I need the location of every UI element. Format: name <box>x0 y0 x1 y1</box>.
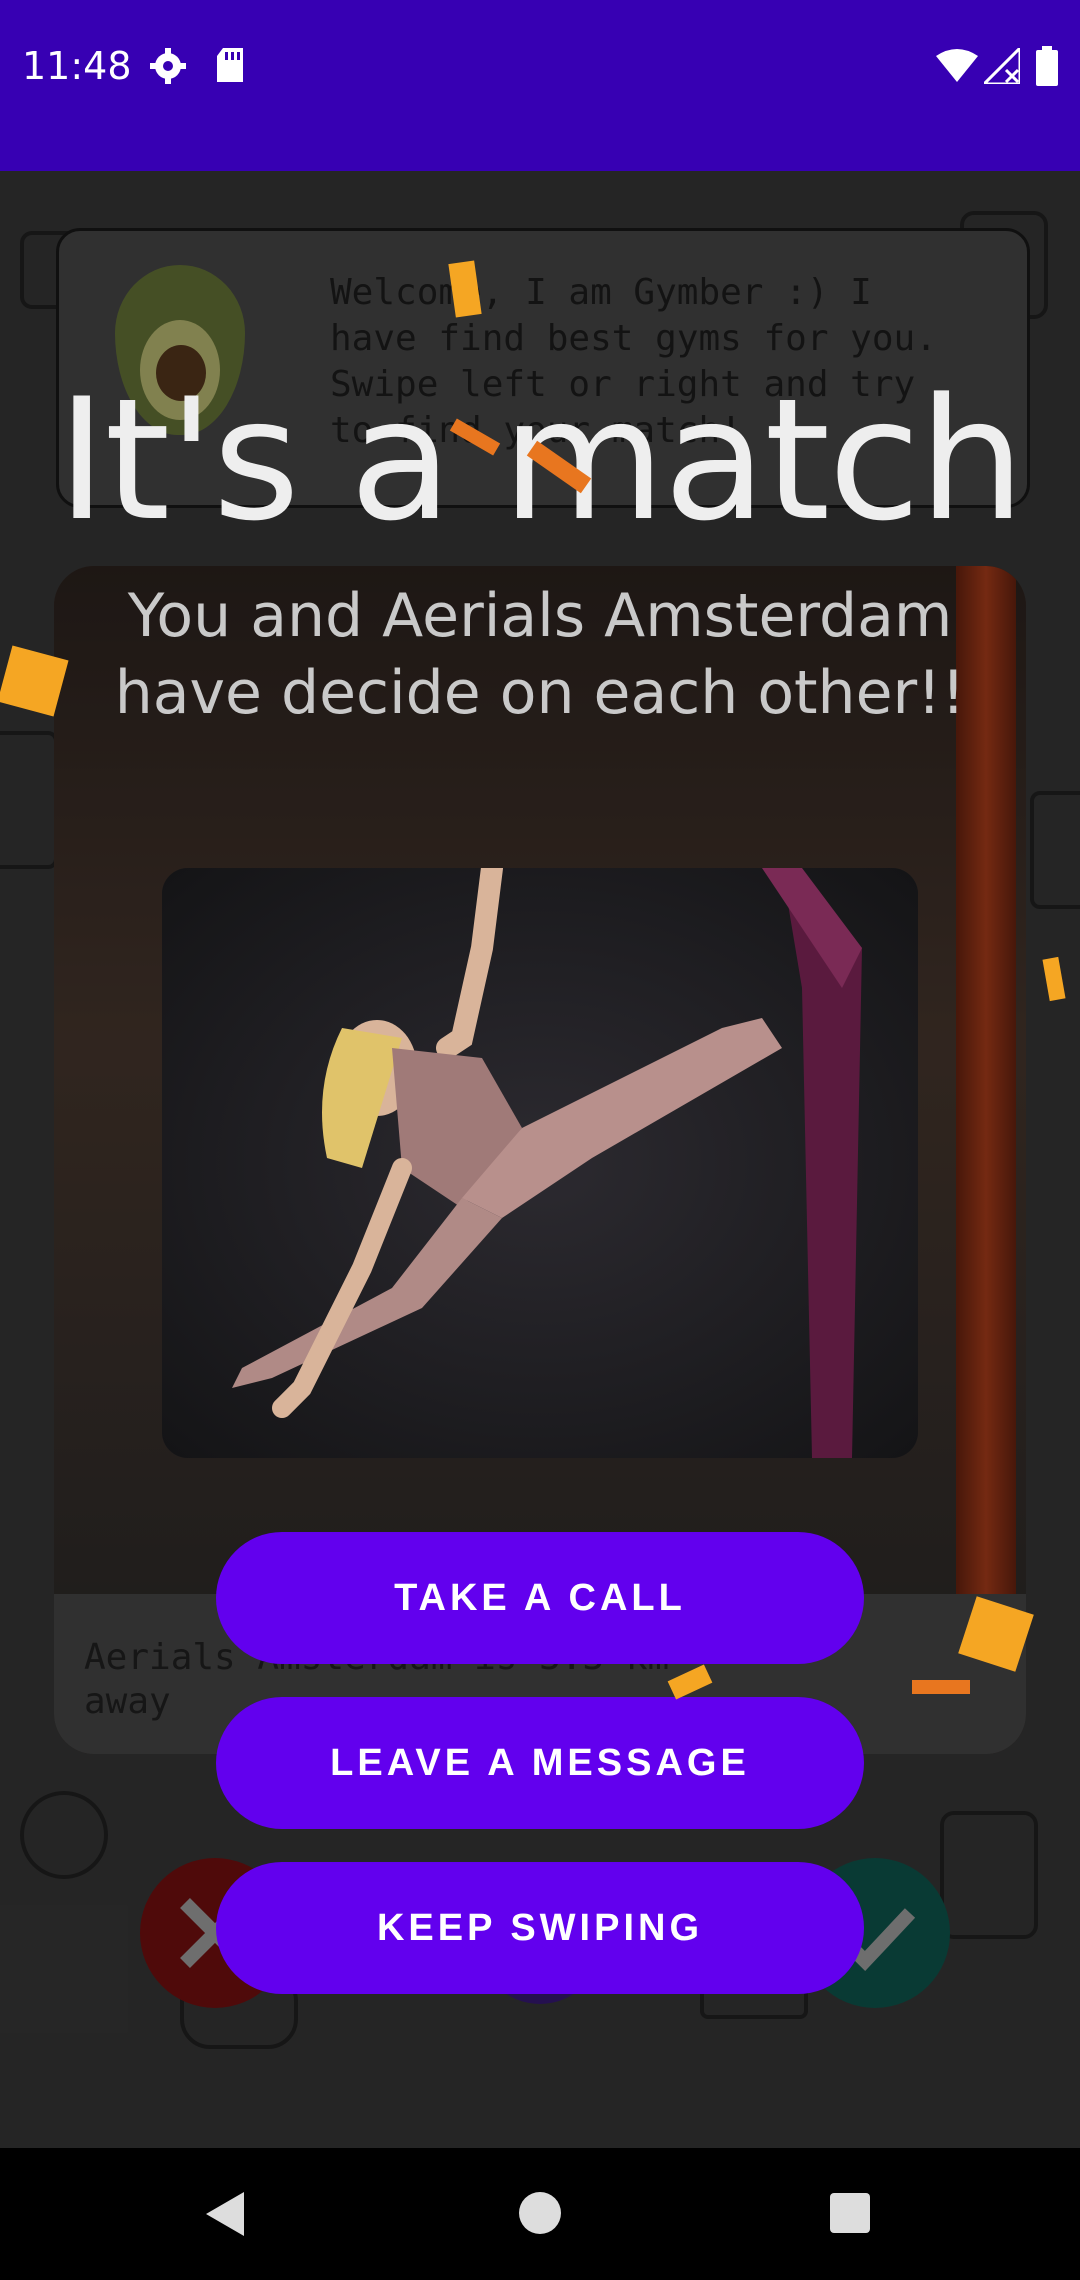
battery-icon <box>1036 46 1058 91</box>
leave-a-message-button[interactable]: LEAVE A MESSAGE <box>216 1697 864 1829</box>
signal-icon <box>980 44 1022 89</box>
gym-photo <box>162 868 918 1458</box>
home-icon[interactable] <box>519 2192 561 2234</box>
sd-card-icon <box>215 48 245 87</box>
keep-swiping-button[interactable]: KEEP SWIPING <box>216 1862 864 1994</box>
wifi-icon <box>936 48 978 89</box>
recents-icon[interactable] <box>830 2193 870 2233</box>
back-icon[interactable] <box>206 2192 244 2236</box>
status-bar: 11:48 <box>0 0 1080 171</box>
confetti-piece <box>912 1680 970 1694</box>
match-subtitle: You and Aerials Amsterdam have decide on… <box>114 581 966 728</box>
status-time: 11:48 <box>22 44 132 88</box>
gear-icon <box>150 48 186 89</box>
take-a-call-button[interactable]: TAKE A CALL <box>216 1532 864 1664</box>
